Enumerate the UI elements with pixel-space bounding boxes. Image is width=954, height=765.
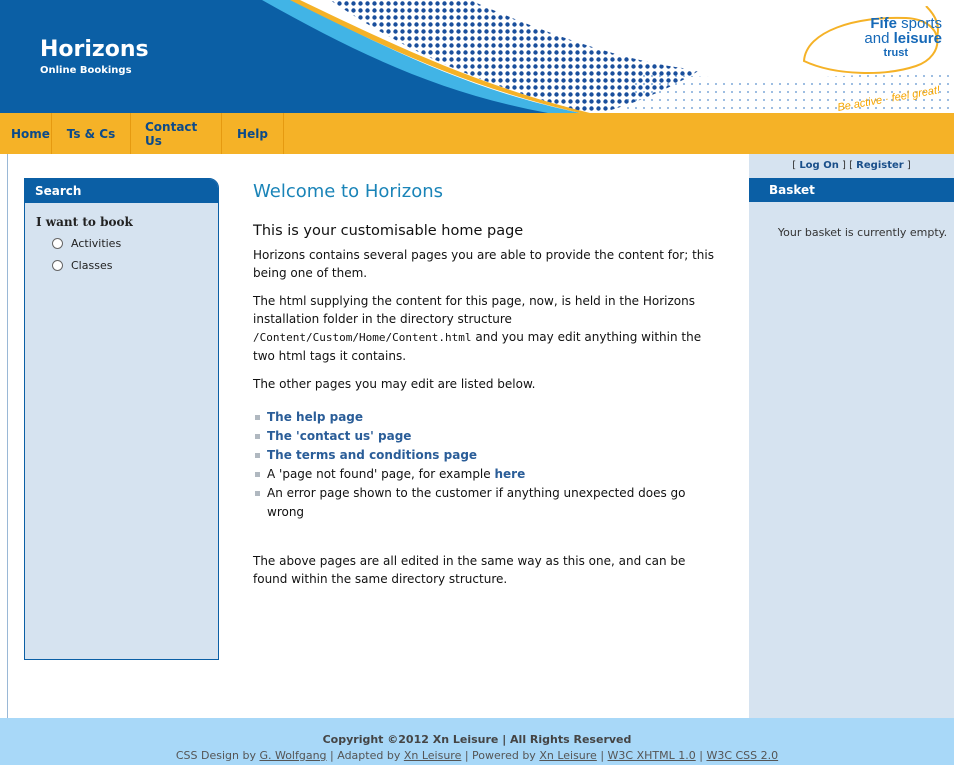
site-title[interactable]: Horizons xyxy=(40,38,149,62)
adapter-link[interactable]: Xn Leisure xyxy=(404,749,462,762)
list-item: The help page xyxy=(253,408,723,427)
not-found-example-link[interactable]: here xyxy=(494,467,525,481)
logo-leisure-text: leisure xyxy=(893,30,942,47)
option-classes[interactable]: Classes xyxy=(52,257,218,273)
footer-separator: | xyxy=(695,749,707,762)
terms-page-link[interactable]: The terms and conditions page xyxy=(267,448,477,462)
powered-link[interactable]: Xn Leisure xyxy=(539,749,597,762)
main-content: Welcome to Horizons This is your customi… xyxy=(253,178,723,588)
booking-prompt: I want to book xyxy=(36,215,133,229)
other-pages-paragraph: The other pages you may edit are listed … xyxy=(253,377,536,391)
bracket-sep: ] [ xyxy=(838,160,857,171)
nav-item-help[interactable]: Help xyxy=(222,113,284,154)
xhtml-validator-link[interactable]: W3C XHTML 1.0 xyxy=(608,749,696,762)
main-nav: Home Ts & Cs Contact Us Help xyxy=(0,113,954,154)
activities-radio[interactable] xyxy=(52,237,63,249)
list-item: An error page shown to the customer if a… xyxy=(253,484,723,522)
closing-paragraph: The above pages are all edited in the sa… xyxy=(253,554,686,586)
nav-item-ts-cs[interactable]: Ts & Cs xyxy=(52,113,131,154)
bracket-close-icon: ] xyxy=(903,160,911,171)
logo-line-3: trust xyxy=(883,47,908,59)
account-links: [ Log On ] [ Register ] xyxy=(749,160,954,171)
list-item: The terms and conditions page xyxy=(253,446,723,465)
list-item: A 'page not found' page, for example her… xyxy=(253,465,723,484)
list-item: The 'contact us' page xyxy=(253,427,723,446)
activities-label[interactable]: Activities xyxy=(71,237,121,250)
classes-label[interactable]: Classes xyxy=(71,259,112,272)
site-header: Horizons Online Bookings Fife sports and… xyxy=(0,0,954,113)
adapted-prefix: | Adapted by xyxy=(326,749,404,762)
page-title: Welcome to Horizons xyxy=(253,181,444,202)
site-subtitle: Online Bookings xyxy=(40,65,132,76)
copyright-text: Copyright ©2012 Xn Leisure | All Rights … xyxy=(322,733,632,746)
nav-item-contact-us[interactable]: Contact Us xyxy=(131,113,222,154)
search-panel: Search I want to book Activities Classes xyxy=(24,178,219,660)
error-page-text: An error page shown to the customer if a… xyxy=(267,486,686,519)
not-found-text: A 'page not found' page, for example xyxy=(267,467,495,481)
help-page-link[interactable]: The help page xyxy=(267,410,363,424)
css-validator-link[interactable]: W3C CSS 2.0 xyxy=(706,749,778,762)
powered-prefix: | Powered by xyxy=(461,749,540,762)
contact-page-link[interactable]: The 'contact us' page xyxy=(267,429,411,443)
log-on-link[interactable]: Log On xyxy=(799,160,839,171)
classes-radio[interactable] xyxy=(52,259,63,271)
nav-item-home[interactable]: Home xyxy=(0,113,52,154)
designer-link[interactable]: G. Wolfgang xyxy=(259,749,326,762)
basket-empty-text: Your basket is currently empty. xyxy=(777,226,948,239)
search-heading: Search xyxy=(25,179,218,203)
footer-separator: | xyxy=(596,749,608,762)
basket-heading: Basket xyxy=(749,178,954,202)
intro-paragraph: Horizons contains several pages you are … xyxy=(253,248,714,280)
logo-line-1: Fife sports xyxy=(870,16,942,31)
editable-pages-list: The help page The 'contact us' page The … xyxy=(253,408,723,522)
logo-and-text: and xyxy=(864,30,894,47)
credits-line: CSS Design by G. Wolfgang | Adapted by X… xyxy=(0,749,954,762)
logo-line-2: and leisure xyxy=(864,31,942,46)
fife-sports-logo[interactable]: Fife sports and leisure trust Be active … xyxy=(796,6,948,113)
location-text-a: The html supplying the content for this … xyxy=(253,294,696,326)
register-link[interactable]: Register xyxy=(856,160,904,171)
page-subtitle: This is your customisable home page xyxy=(253,223,524,239)
site-footer: Copyright ©2012 Xn Leisure | All Rights … xyxy=(0,718,954,765)
option-activities[interactable]: Activities xyxy=(52,235,218,251)
content-path-code: /Content/Custom/Home/Content.html xyxy=(253,331,472,344)
left-column-border xyxy=(7,154,8,718)
location-paragraph: The html supplying the content for this … xyxy=(253,292,723,365)
design-prefix: CSS Design by xyxy=(175,749,260,762)
